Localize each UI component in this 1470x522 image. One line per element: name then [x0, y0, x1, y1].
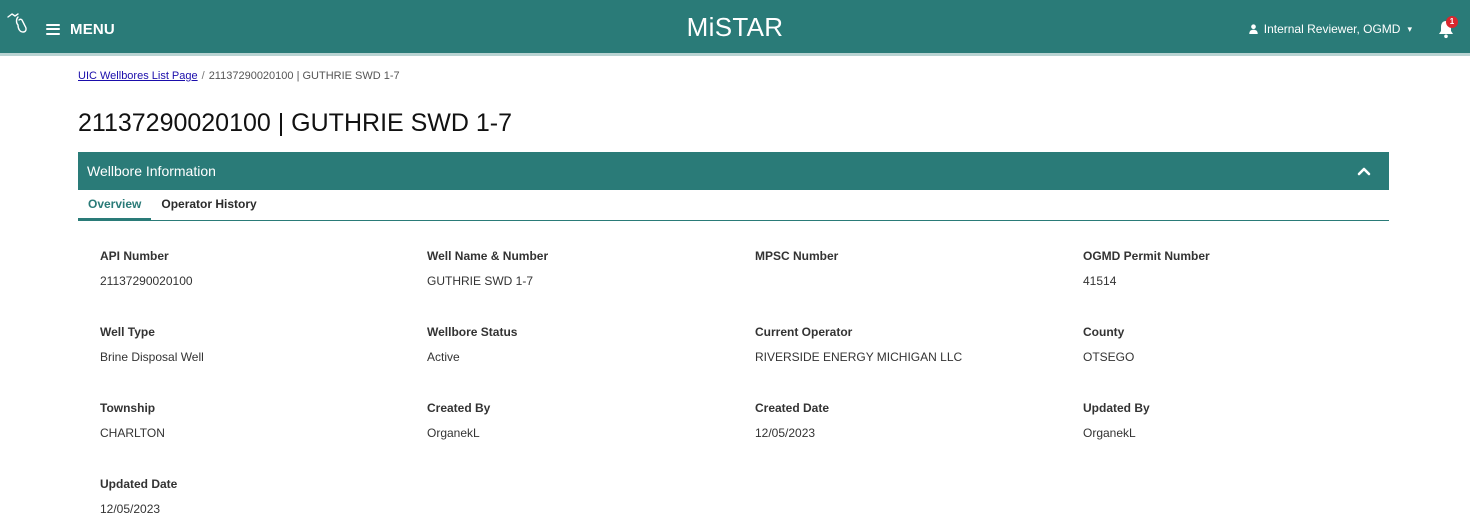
field-updated-date: Updated Date 12/05/2023: [100, 477, 177, 516]
tab-overview[interactable]: Overview: [78, 190, 152, 220]
field-county: County OTSEGO: [1083, 325, 1134, 364]
field-mpsc-number: MPSC Number: [755, 249, 838, 274]
page-title: 21137290020100 | GUTHRIE SWD 1-7: [78, 109, 513, 137]
user-menu-dropdown[interactable]: Internal Reviewer, OGMD ▾: [1249, 22, 1412, 36]
field-well-type: Well Type Brine Disposal Well: [100, 325, 204, 364]
breadcrumb-current: 21137290020100 | GUTHRIE SWD 1-7: [208, 70, 400, 82]
field-created-by: Created By OrganekL: [427, 401, 490, 440]
field-value: RIVERSIDE ENERGY MICHIGAN LLC: [755, 350, 963, 364]
tab-operator-history[interactable]: Operator History: [151, 190, 266, 220]
field-value: 12/05/2023: [755, 426, 816, 440]
breadcrumb-link-wellbores-list[interactable]: UIC Wellbores List Page: [78, 70, 198, 82]
field-value: OrganekL: [427, 426, 480, 440]
caret-down-icon: ▾: [1407, 23, 1412, 34]
field-label: MPSC Number: [755, 249, 839, 263]
field-created-date: Created Date 12/05/2023: [755, 401, 829, 440]
field-updated-by: Updated By OrganekL: [1083, 401, 1150, 440]
user-icon: [1249, 24, 1258, 34]
breadcrumb-separator: /: [201, 70, 205, 82]
field-value: CHARLTON: [100, 426, 165, 440]
chevron-up-icon[interactable]: [1357, 164, 1371, 178]
user-name: Internal Reviewer, OGMD: [1263, 22, 1401, 36]
field-current-operator: Current Operator RIVERSIDE ENERGY MICHIG…: [755, 325, 962, 364]
michigan-logo-icon[interactable]: [6, 11, 30, 35]
field-value: OrganekL: [1083, 426, 1136, 440]
field-label: Well Type: [100, 325, 155, 339]
field-ogmd-permit-number: OGMD Permit Number 41514: [1083, 249, 1210, 288]
field-label: Wellbore Status: [427, 325, 518, 339]
field-value: 12/05/2023: [100, 502, 161, 516]
field-label: Township: [100, 401, 156, 415]
menu-label: MENU: [70, 20, 115, 38]
field-api-number: API Number 21137290020100: [100, 249, 193, 288]
field-value: Active: [427, 350, 460, 364]
field-value: Brine Disposal Well: [100, 350, 204, 364]
top-bar: MENU MiSTAR Internal Reviewer, OGMD ▾ 1: [0, 0, 1470, 56]
field-township: Township CHARLTON: [100, 401, 165, 440]
field-label: County: [1083, 325, 1125, 339]
field-label: Updated Date: [100, 477, 178, 491]
wellbore-info-panel-header[interactable]: Wellbore Information: [78, 152, 1389, 190]
field-label: Updated By: [1083, 401, 1150, 415]
field-label: Created By: [427, 401, 491, 415]
hamburger-icon: [46, 23, 60, 35]
field-label: OGMD Permit Number: [1083, 249, 1210, 263]
breadcrumb: UIC Wellbores List Page/21137290020100 |…: [78, 70, 400, 82]
field-label: Current Operator: [755, 325, 853, 339]
field-label: Created Date: [755, 401, 830, 415]
notification-badge: 1: [1446, 16, 1458, 28]
field-well-name-number: Well Name & Number GUTHRIE SWD 1-7: [427, 249, 548, 288]
field-value: OTSEGO: [1083, 350, 1135, 364]
field-value: 21137290020100: [100, 274, 193, 288]
field-wellbore-status: Wellbore Status Active: [427, 325, 517, 364]
panel-title: Wellbore Information: [87, 163, 216, 179]
field-value: 41514: [1083, 274, 1117, 288]
field-value: GUTHRIE SWD 1-7: [427, 274, 534, 288]
field-label: Well Name & Number: [427, 249, 549, 263]
panel-tabs: Overview Operator History: [78, 190, 1389, 221]
menu-button[interactable]: MENU: [46, 17, 115, 41]
field-label: API Number: [100, 249, 169, 263]
